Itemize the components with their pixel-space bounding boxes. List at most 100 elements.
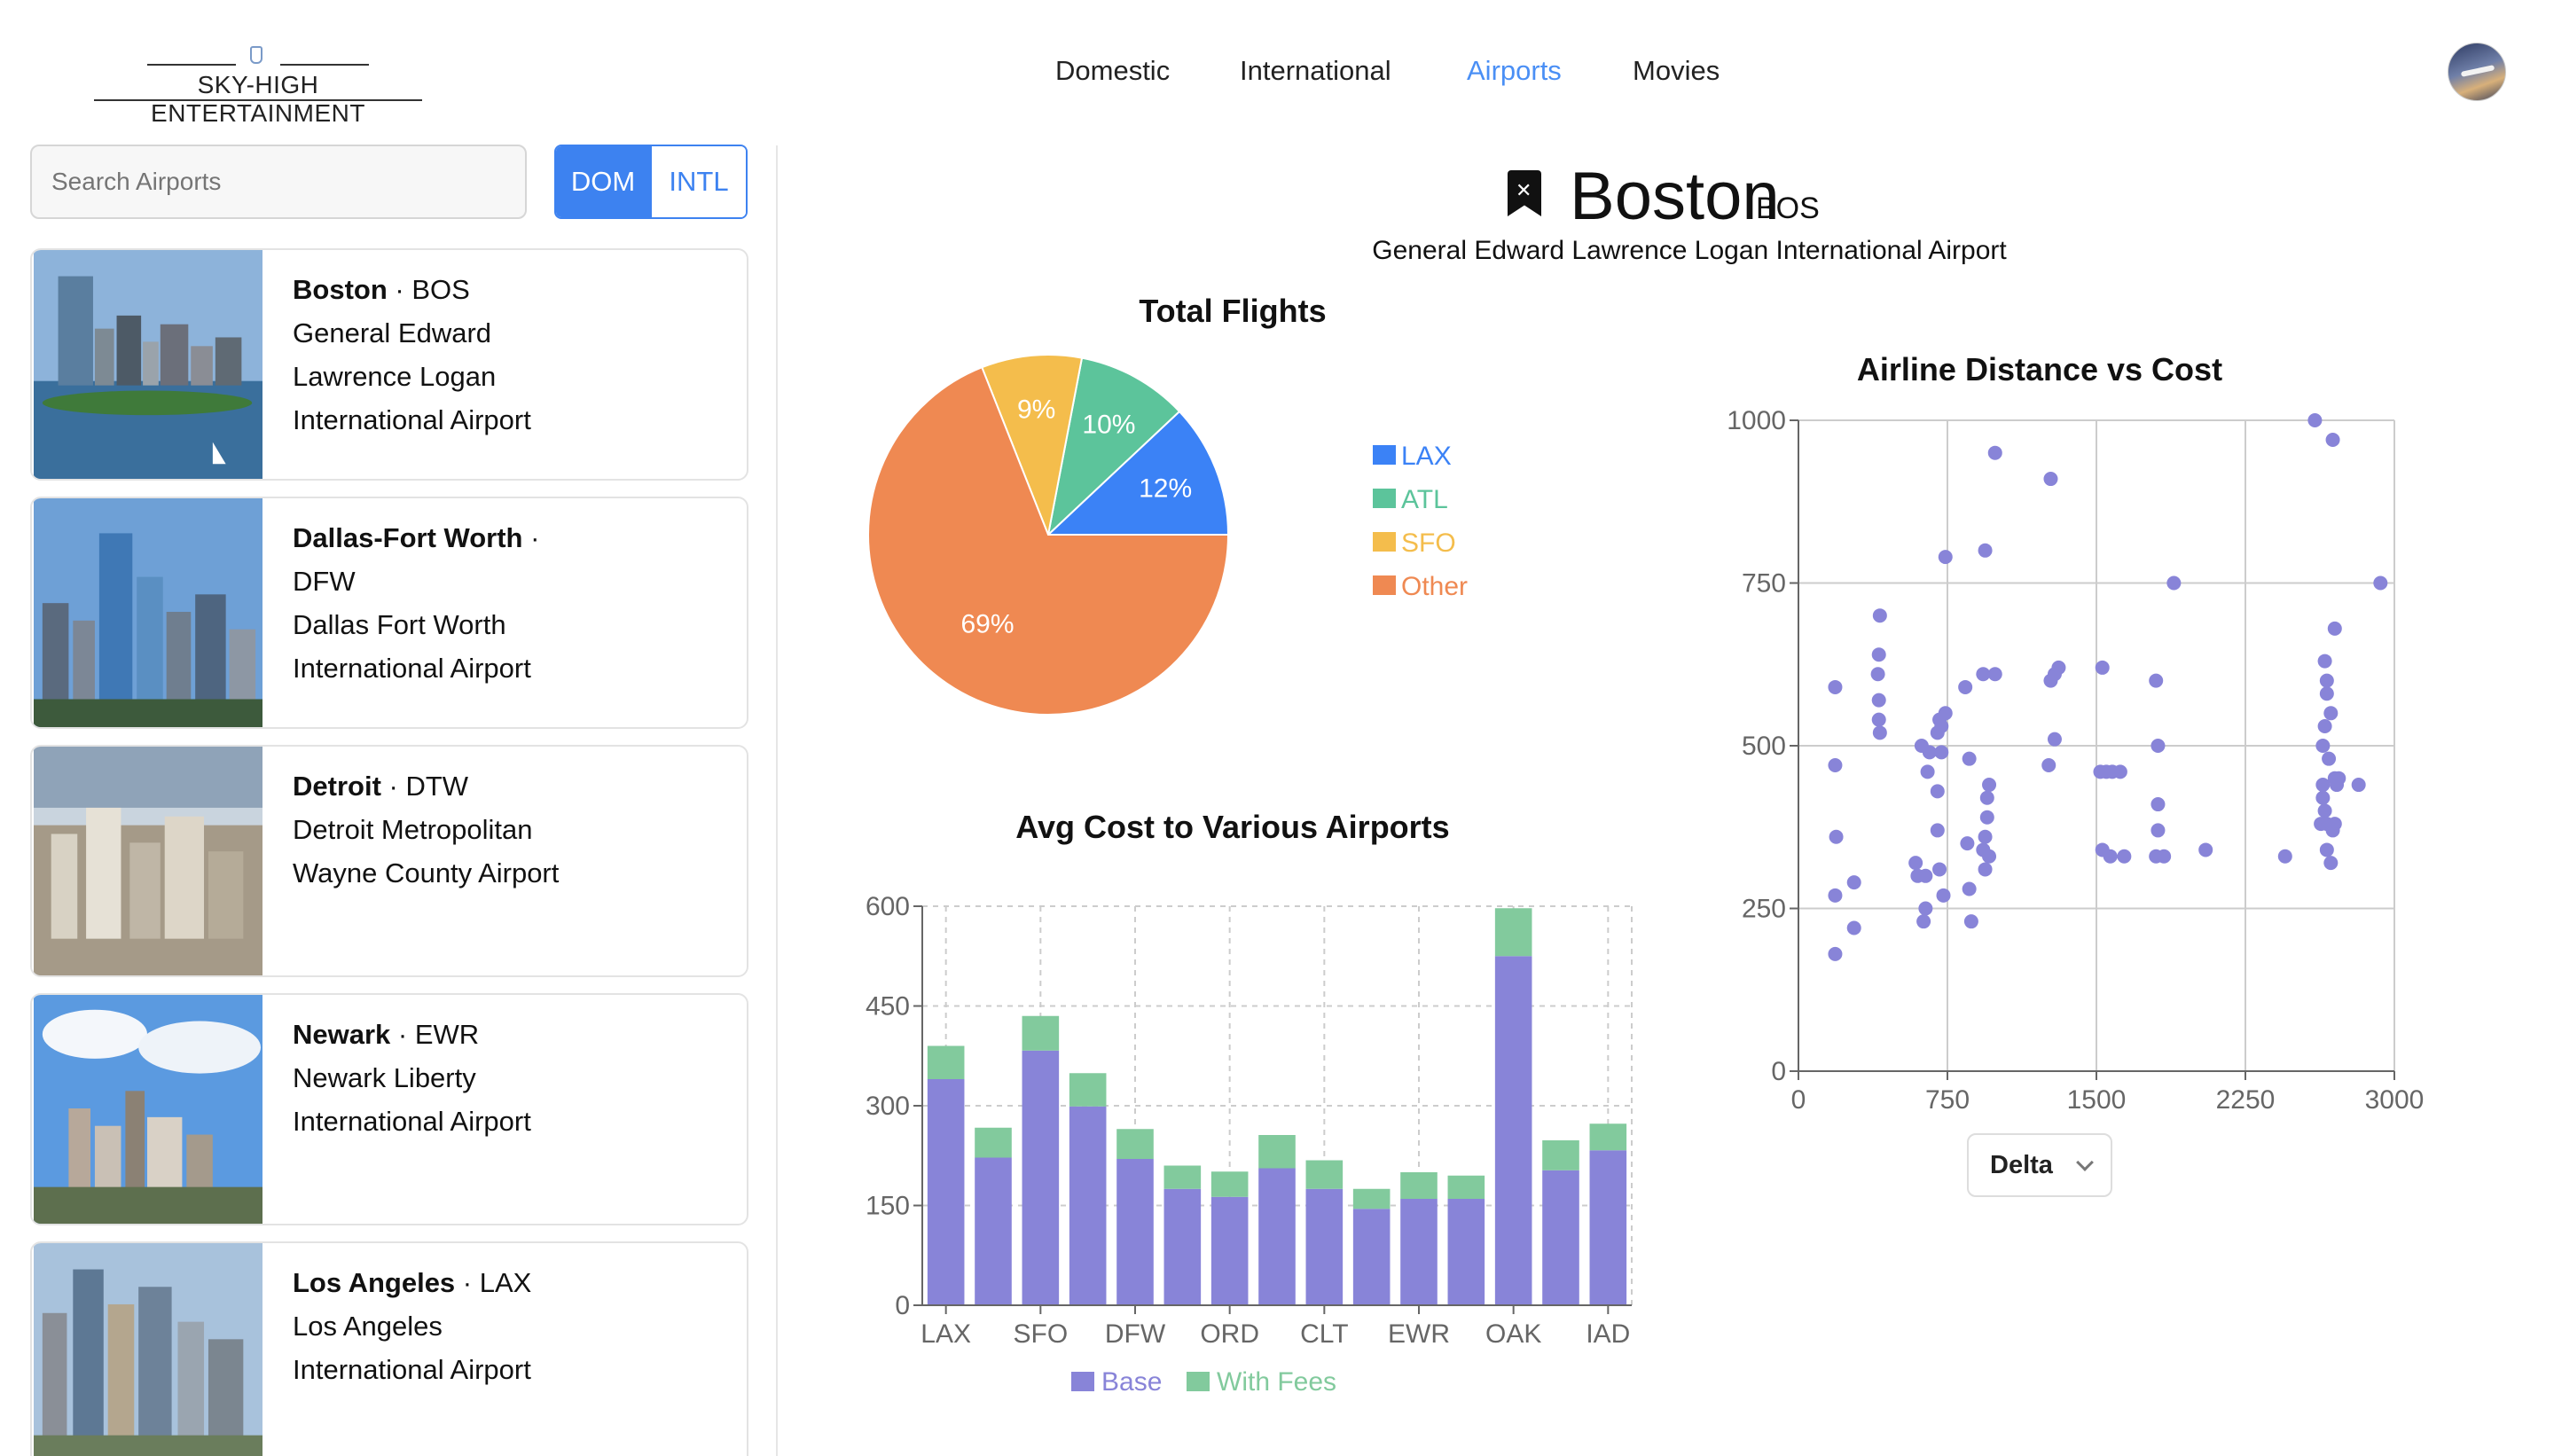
bar-base[interactable] bbox=[1589, 1150, 1627, 1305]
scatter-point[interactable] bbox=[2043, 472, 2058, 487]
bar-fees[interactable] bbox=[1258, 1135, 1296, 1169]
scatter-point[interactable] bbox=[2317, 803, 2332, 818]
scatter-point[interactable] bbox=[2373, 575, 2388, 591]
scatter-point[interactable] bbox=[1979, 810, 1994, 825]
scatter-point[interactable] bbox=[2112, 764, 2127, 779]
scatter-point[interactable] bbox=[2166, 575, 2182, 591]
scatter-point[interactable] bbox=[1908, 856, 1923, 871]
bar-base[interactable] bbox=[1352, 1209, 1391, 1305]
scatter-point[interactable] bbox=[2323, 856, 2339, 871]
bar-fees[interactable] bbox=[1116, 1129, 1154, 1159]
bar-base[interactable] bbox=[1258, 1168, 1296, 1306]
scatter-point[interactable] bbox=[2095, 660, 2110, 675]
bar-fees[interactable] bbox=[1163, 1165, 1202, 1189]
scatter-point[interactable] bbox=[2151, 739, 2166, 753]
scatter-point[interactable] bbox=[1918, 868, 1933, 883]
scatter-point[interactable] bbox=[2157, 849, 2172, 864]
scatter-point[interactable] bbox=[2323, 706, 2339, 721]
scatter-point[interactable] bbox=[2117, 849, 2132, 864]
bar-fees[interactable] bbox=[1494, 908, 1532, 957]
scatter-point[interactable] bbox=[1987, 667, 2002, 682]
scatter-point[interactable] bbox=[2327, 621, 2342, 636]
scatter-point[interactable] bbox=[1938, 706, 1953, 721]
scatter-point[interactable] bbox=[1979, 790, 1994, 805]
scatter-point[interactable] bbox=[2198, 842, 2213, 857]
scatter-point[interactable] bbox=[2319, 842, 2334, 857]
scatter-point[interactable] bbox=[1982, 778, 1997, 793]
user-avatar[interactable] bbox=[2448, 43, 2506, 101]
bar-base[interactable] bbox=[1447, 1199, 1485, 1305]
bar-base[interactable] bbox=[927, 1079, 965, 1305]
scatter-point[interactable] bbox=[2307, 413, 2323, 427]
scatter-point[interactable] bbox=[1872, 725, 1887, 740]
bar-base[interactable] bbox=[1210, 1196, 1249, 1305]
bar-base[interactable] bbox=[1305, 1188, 1344, 1305]
scatter-point[interactable] bbox=[2277, 849, 2292, 864]
bar-fees[interactable] bbox=[1352, 1188, 1391, 1209]
bar-fees[interactable] bbox=[1069, 1073, 1107, 1107]
scatter-point[interactable] bbox=[1918, 901, 1933, 916]
scatter-point[interactable] bbox=[1978, 829, 1993, 844]
bar-fees[interactable] bbox=[927, 1045, 965, 1080]
scatter-point[interactable] bbox=[2051, 660, 2066, 675]
scatter-point[interactable] bbox=[1936, 888, 1951, 903]
bar-fees[interactable] bbox=[1447, 1175, 1485, 1199]
bar-fees[interactable] bbox=[975, 1127, 1012, 1158]
bar-fees[interactable] bbox=[1400, 1172, 1438, 1199]
bar-base[interactable] bbox=[1116, 1159, 1154, 1305]
toggle-dom-button[interactable]: DOM bbox=[556, 146, 650, 217]
scatter-point[interactable] bbox=[2151, 823, 2166, 838]
bar-base[interactable] bbox=[1022, 1050, 1060, 1305]
scatter-point[interactable] bbox=[1828, 679, 1843, 694]
scatter-point[interactable] bbox=[1932, 862, 1947, 877]
airport-card-ewr[interactable]: Newark · EWR Newark Liberty Internationa… bbox=[30, 993, 748, 1225]
scatter-point[interactable] bbox=[2103, 849, 2118, 864]
bar-fees[interactable] bbox=[1542, 1140, 1579, 1170]
nav-international[interactable]: International bbox=[1240, 55, 1391, 87]
scatter-point[interactable] bbox=[2315, 778, 2331, 793]
scatter-point[interactable] bbox=[2331, 771, 2346, 786]
scatter-point[interactable] bbox=[1934, 718, 1949, 733]
scatter-point[interactable] bbox=[2041, 758, 2057, 773]
bar-base[interactable] bbox=[1400, 1199, 1438, 1305]
brand-logo[interactable]: SKY-HIGH ENTERTAINMENT bbox=[94, 44, 422, 127]
scatter-point[interactable] bbox=[1846, 875, 1861, 890]
scatter-point[interactable] bbox=[2325, 433, 2340, 448]
bar-fees[interactable] bbox=[1022, 1015, 1060, 1051]
airport-card-lax[interactable]: Los Angeles · LAX Los Angeles Internatio… bbox=[30, 1241, 748, 1456]
scatter-point[interactable] bbox=[2351, 778, 2366, 793]
bar-base[interactable] bbox=[1494, 956, 1532, 1305]
scatter-point[interactable] bbox=[1982, 849, 1997, 864]
scatter-point[interactable] bbox=[1960, 836, 1975, 851]
scatter-point[interactable] bbox=[1871, 647, 1886, 662]
scatter-point[interactable] bbox=[1828, 946, 1843, 961]
airport-card-dtw[interactable]: Detroit · DTW Detroit Metropolitan Wayne… bbox=[30, 745, 748, 977]
scatter-point[interactable] bbox=[1871, 693, 1886, 708]
bar-base[interactable] bbox=[1542, 1170, 1579, 1305]
scatter-point[interactable] bbox=[1846, 920, 1861, 935]
scatter-point[interactable] bbox=[2151, 797, 2166, 812]
airport-card-bos[interactable]: Boston · BOS General Edward Lawrence Log… bbox=[30, 248, 748, 481]
scatter-point[interactable] bbox=[1978, 543, 1993, 558]
scatter-point[interactable] bbox=[2325, 823, 2340, 838]
airline-filter-dropdown[interactable]: Delta bbox=[1967, 1133, 2112, 1197]
toggle-intl-button[interactable]: INTL bbox=[650, 146, 746, 217]
scatter-point[interactable] bbox=[2317, 654, 2332, 669]
airport-card-dfw[interactable]: Dallas-Fort Worth · DFW Dallas Fort Wort… bbox=[30, 497, 748, 729]
nav-movies[interactable]: Movies bbox=[1633, 55, 1720, 87]
scatter-point[interactable] bbox=[2047, 732, 2062, 747]
bar-base[interactable] bbox=[1069, 1106, 1107, 1305]
scatter-point[interactable] bbox=[2317, 718, 2332, 733]
scatter-point[interactable] bbox=[2314, 817, 2329, 832]
scatter-point[interactable] bbox=[2319, 686, 2334, 701]
scatter-point[interactable] bbox=[1828, 888, 1843, 903]
scatter-point[interactable] bbox=[1871, 712, 1886, 727]
scatter-point[interactable] bbox=[1916, 914, 1931, 929]
bar-fees[interactable] bbox=[1589, 1123, 1627, 1151]
scatter-point[interactable] bbox=[1934, 745, 1949, 760]
scatter-point[interactable] bbox=[1987, 445, 2002, 460]
scatter-point[interactable] bbox=[1962, 751, 1977, 766]
scatter-point[interactable] bbox=[1930, 823, 1945, 838]
scatter-point[interactable] bbox=[1978, 862, 1993, 877]
scatter-point[interactable] bbox=[1920, 764, 1935, 779]
